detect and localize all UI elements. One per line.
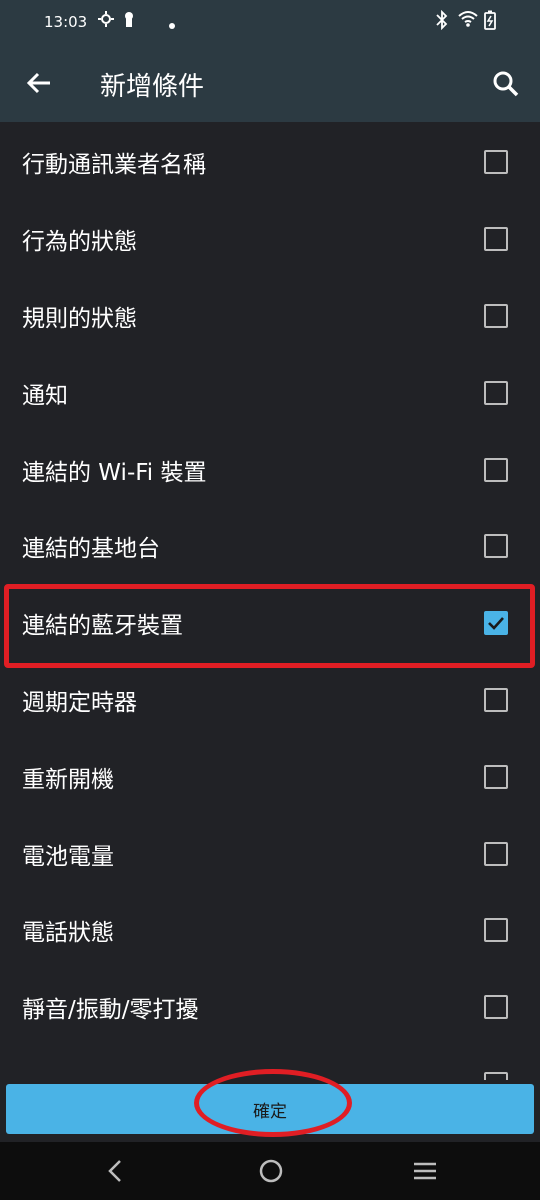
nav-home-icon[interactable] — [256, 1156, 286, 1186]
checkbox-checked[interactable] — [484, 611, 508, 636]
bluetooth-status-icon — [434, 9, 450, 34]
checkbox[interactable] — [484, 1071, 508, 1080]
checkbox[interactable] — [484, 995, 508, 1020]
condition-list: 行動通訊業者名稱 行為的狀態規則的狀態通知連結的 Wi-Fi 裝置 連結的基地台 連結… — [0, 124, 540, 1080]
condition-row[interactable]: 重新開機 — [0, 738, 540, 815]
confirm-bar: 確定 — [0, 1080, 540, 1142]
condition-label: 行為的狀態 — [22, 229, 137, 256]
condition-row[interactable]: 連結的基地台 — [0, 508, 540, 585]
checkbox[interactable] — [484, 841, 508, 866]
checkmark-icon — [488, 617, 504, 631]
checkbox[interactable] — [484, 150, 508, 175]
condition-label: 連結的基地台 — [22, 536, 160, 563]
checkbox[interactable] — [484, 227, 508, 252]
condition-label: 連結的 Wi-Fi 裝置 — [22, 459, 207, 486]
condition-row[interactable]: 通知 — [0, 354, 540, 431]
checkbox[interactable] — [484, 918, 508, 943]
condition-label: 重新開機 — [22, 766, 114, 793]
status-bar: 13:03 — [0, 0, 540, 44]
condition-row[interactable]: 連結的 Wi-Fi 裝置 — [0, 431, 540, 508]
condition-label: 電池電量 — [22, 843, 114, 870]
checkbox[interactable] — [484, 380, 508, 405]
dot-status-icon — [168, 16, 176, 34]
nav-bar — [0, 1142, 540, 1200]
settings-status-icon — [97, 10, 115, 32]
battery-status-icon — [484, 10, 496, 34]
condition-label: 規則的狀態 — [22, 305, 137, 332]
page-title: 新增條件 — [100, 72, 205, 102]
condition-row[interactable]: 週期定時器 — [0, 662, 540, 739]
search-icon[interactable] — [490, 68, 522, 100]
checkbox[interactable] — [484, 303, 508, 328]
keyhole-status-icon — [122, 10, 136, 32]
condition-label: 連結的藍牙裝置 — [22, 613, 183, 640]
condition-label: 週期定時器 — [22, 689, 137, 716]
checkbox[interactable] — [484, 764, 508, 789]
status-time: 13:03 — [44, 13, 88, 31]
wifi-status-icon — [458, 10, 478, 32]
condition-row[interactable]: 連結的藍牙裝置 — [0, 585, 540, 662]
condition-label: 通知 — [22, 382, 68, 409]
back-arrow-icon[interactable] — [22, 66, 56, 100]
condition-row[interactable]: 行為的狀態 — [0, 201, 540, 278]
condition-row[interactable]: 電池電量 — [0, 815, 540, 892]
confirm-button-label: 確定 — [253, 1101, 287, 1122]
condition-label: 電話狀態 — [22, 920, 114, 947]
checkbox[interactable] — [484, 457, 508, 482]
nav-back-icon[interactable] — [100, 1156, 130, 1186]
app-bar: 新增條件 — [0, 44, 540, 122]
condition-row[interactable]: 電話狀態 — [0, 892, 540, 969]
condition-row[interactable]: 靜音/振動/零打擾 — [0, 969, 540, 1046]
condition-label: 靜音/振動/零打擾 — [22, 997, 199, 1024]
nav-menu-icon[interactable] — [410, 1156, 440, 1186]
confirm-button[interactable]: 確定 — [6, 1084, 534, 1134]
condition-row[interactable]: 行動通訊業者名稱 — [0, 124, 540, 201]
condition-row[interactable]: 規則的狀態 — [0, 278, 540, 355]
condition-row[interactable] — [0, 1046, 540, 1080]
condition-label: 行動通訊業者名稱 — [22, 152, 206, 179]
checkbox[interactable] — [484, 687, 508, 712]
checkbox[interactable] — [484, 534, 508, 559]
